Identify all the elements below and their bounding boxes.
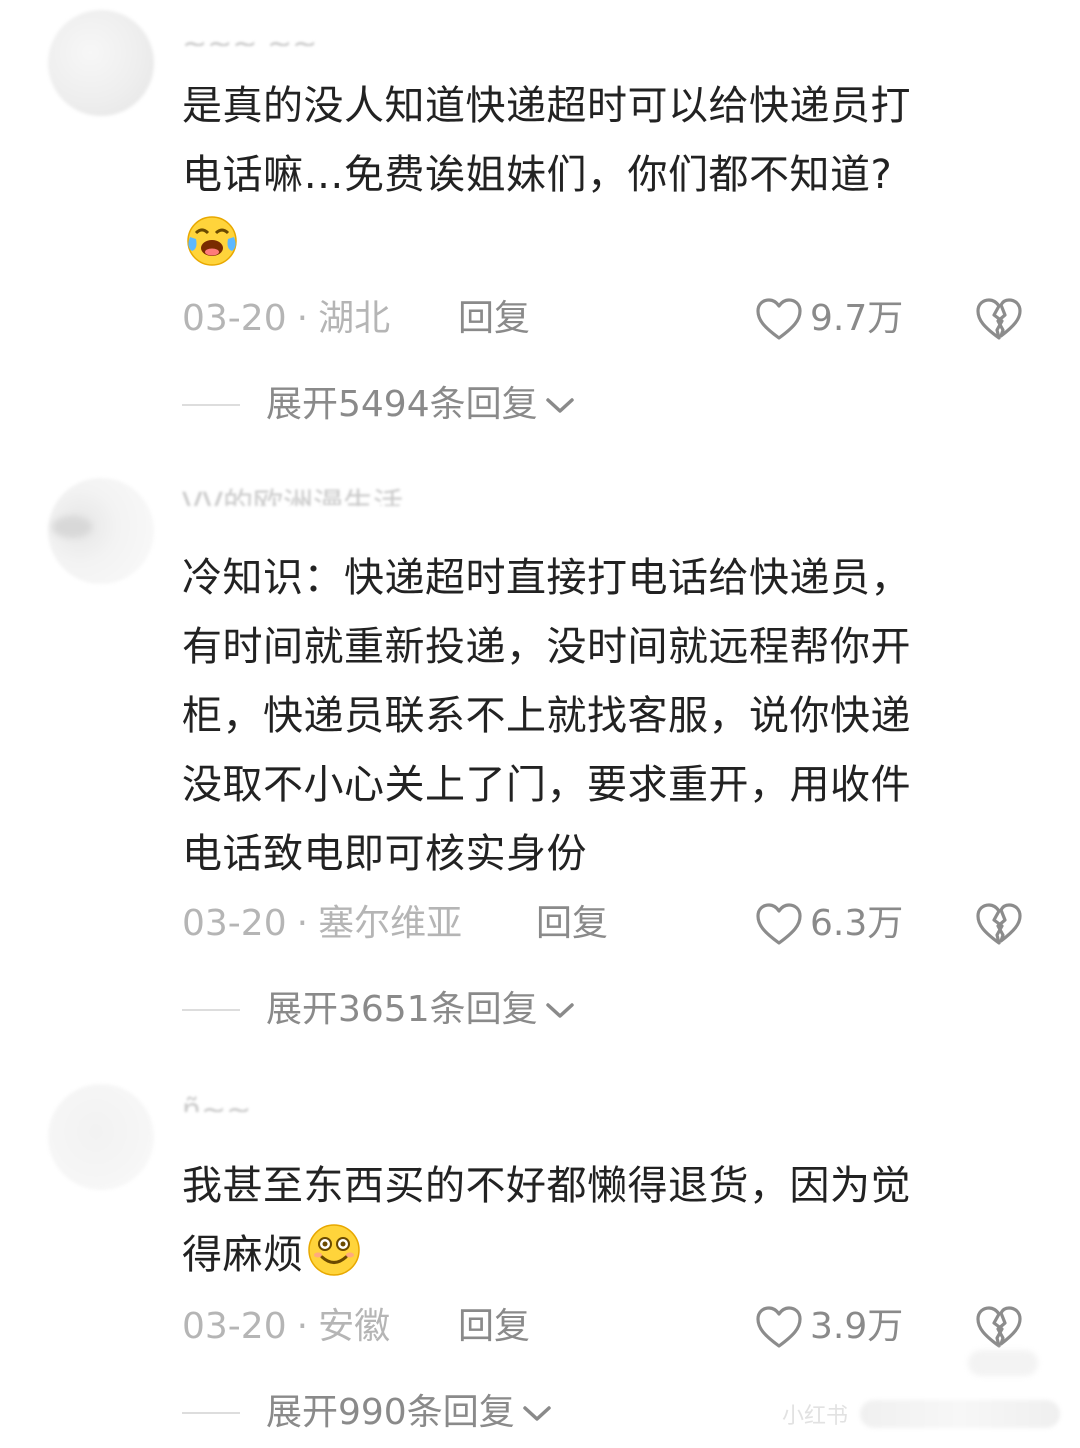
heart-icon	[756, 1306, 802, 1348]
chevron-down-icon	[522, 1406, 551, 1421]
username[interactable]: ~~~ ~~	[182, 28, 317, 46]
chevron-down-icon	[545, 1003, 574, 1018]
reply-button[interactable]: 回复	[536, 899, 608, 949]
comment-text: 是真的没人知道快递超时可以给快递员打 电话嘛…免费诶姐妹们，你们都不知道?	[182, 72, 1002, 279]
comment-text-line: 冷知识：快递超时直接打电话给快递员，	[182, 555, 911, 601]
username[interactable]: VV的欧洲漫生活	[182, 488, 403, 506]
like-button[interactable]: 9.7万	[754, 294, 903, 344]
comment-location: 塞尔维亚	[318, 903, 463, 944]
divider-line	[182, 1009, 240, 1011]
dislike-button[interactable]	[974, 1302, 1024, 1352]
comment-location: 湖北	[318, 298, 391, 339]
comment-text-line: 我甚至东西买的不好都懒得退货，因为觉	[182, 1163, 911, 1209]
divider-line	[182, 1412, 240, 1414]
comment-meta: 03-20 · 湖北	[182, 294, 390, 344]
expand-replies-label: 展开990条回复	[266, 1392, 515, 1433]
watermark-id-blurred	[860, 1400, 1060, 1428]
comment-text-line: 柜，快递员联系不上就找客服，说你快递	[182, 693, 911, 739]
like-button[interactable]: 3.9万	[754, 1302, 903, 1352]
expand-replies-label: 展开3651条回复	[266, 989, 538, 1030]
comment-meta: 03-20 · 安徽	[182, 1302, 390, 1352]
comment-text-line-text: 得麻烦	[182, 1232, 304, 1278]
like-button[interactable]: 6.3万	[754, 899, 903, 949]
comment-date: 03-20	[182, 903, 287, 944]
comment-text-line: 得麻烦	[182, 1221, 1002, 1290]
emoji-line	[182, 210, 1002, 279]
dislike-button[interactable]	[974, 294, 1024, 344]
reply-button[interactable]: 回复	[458, 1302, 530, 1352]
comment-text: 我甚至东西买的不好都懒得退货，因为觉 得麻烦	[182, 1152, 1002, 1290]
expand-replies-button[interactable]: 展开3651条回复	[182, 985, 576, 1035]
heart-icon	[756, 903, 802, 945]
smiling-face-emoji-icon	[307, 1224, 360, 1276]
chevron-down-icon	[545, 398, 574, 413]
comment-text-line: 电话致电即可核实身份	[182, 831, 587, 877]
avatar[interactable]	[48, 478, 154, 584]
username[interactable]: ñ~~	[182, 1094, 251, 1112]
comment-location: 安徽	[318, 1306, 391, 1347]
expand-replies-button[interactable]: 展开5494条回复	[182, 380, 576, 430]
avatar[interactable]	[48, 1084, 154, 1190]
comment-date: 03-20	[182, 298, 287, 339]
avatar[interactable]	[48, 10, 154, 116]
broken-heart-icon	[976, 1306, 1022, 1348]
separator-dot: ·	[296, 1306, 309, 1347]
comment-text-line: 电话嘛…免费诶姐妹们，你们都不知道?	[182, 141, 1002, 210]
heart-icon	[756, 298, 802, 340]
blurred-overlay	[968, 1350, 1038, 1376]
reply-button[interactable]: 回复	[458, 294, 530, 344]
separator-dot: ·	[296, 903, 309, 944]
comment-text-line-text: 电话嘛…免费诶姐妹们，你们都不知道?	[182, 152, 893, 198]
crying-laughing-emoji-icon	[187, 216, 237, 266]
comment-text-line: 有时间就重新投递，没时间就远程帮你开	[182, 624, 911, 670]
like-count: 9.7万	[810, 298, 904, 339]
expand-replies-button[interactable]: 展开990条回复	[182, 1388, 553, 1438]
broken-heart-icon	[976, 298, 1022, 340]
comment-date: 03-20	[182, 1306, 287, 1347]
divider-line	[182, 404, 240, 406]
comment-text-line: 是真的没人知道快递超时可以给快递员打	[182, 83, 911, 129]
comment-text-line: 没取不小心关上了门，要求重开，用收件	[182, 762, 911, 808]
expand-replies-label: 展开5494条回复	[266, 384, 538, 425]
dislike-button[interactable]	[974, 899, 1024, 949]
comment-meta: 03-20 · 塞尔维亚	[182, 899, 462, 949]
broken-heart-icon	[976, 903, 1022, 945]
like-count: 6.3万	[810, 903, 904, 944]
watermark-text: 小红书	[782, 1404, 849, 1429]
like-count: 3.9万	[810, 1306, 904, 1347]
separator-dot: ·	[296, 298, 309, 339]
comment-text: 冷知识：快递超时直接打电话给快递员， 有时间就重新投递，没时间就远程帮你开 柜，…	[182, 544, 1002, 889]
